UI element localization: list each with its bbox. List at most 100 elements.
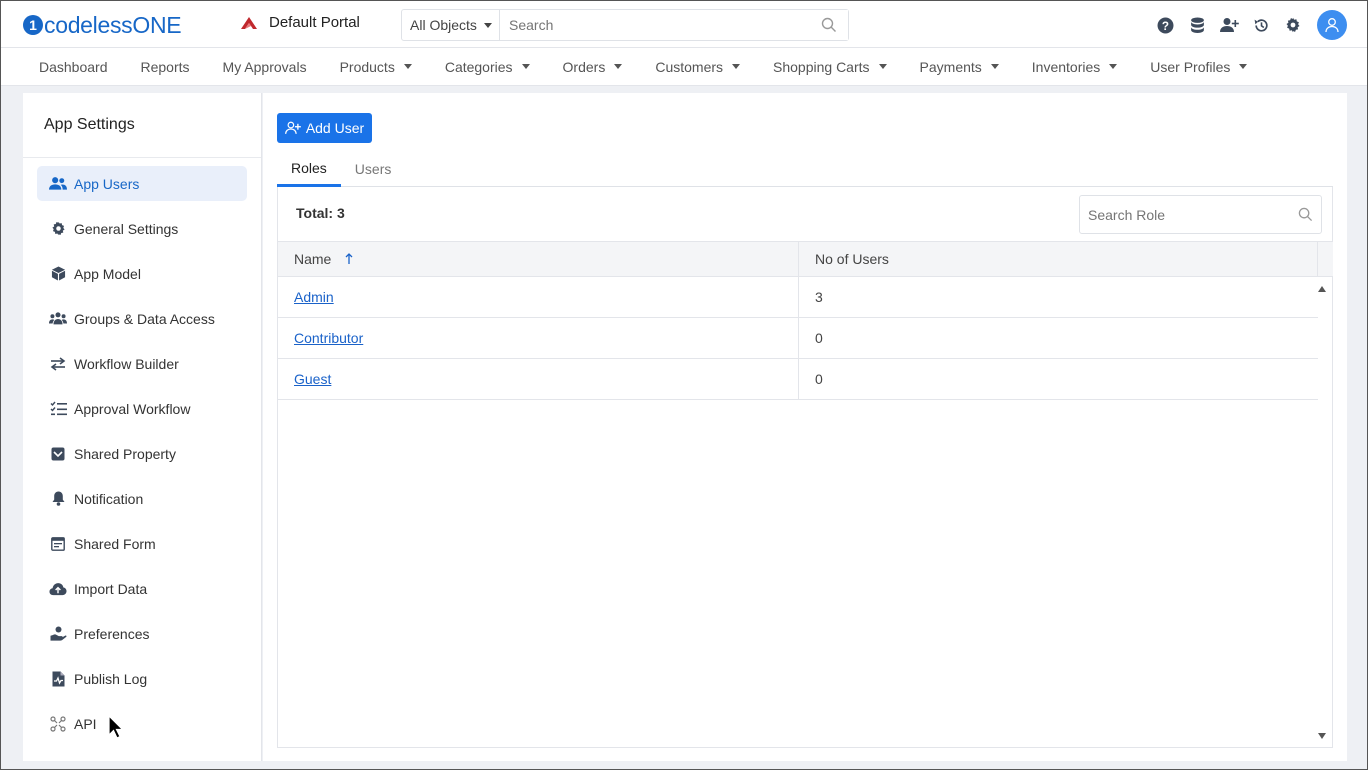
sidebar-item-label: Shared Property: [74, 445, 176, 462]
users-icon: [49, 175, 67, 193]
nav-item-orders[interactable]: Orders: [563, 59, 623, 75]
sidebar-item-label: Approval Workflow: [74, 400, 191, 417]
cell-name: Contributor: [278, 318, 799, 358]
sidebar-item-label: Workflow Builder: [74, 355, 179, 372]
role-search: [1079, 195, 1322, 234]
help-icon[interactable]: ?: [1149, 9, 1181, 41]
history-icon[interactable]: [1245, 9, 1277, 41]
sidebar-item-shared-property[interactable]: Shared Property: [37, 436, 247, 471]
cell-users: 3: [815, 289, 823, 305]
nav-item-my-approvals[interactable]: My Approvals: [223, 59, 307, 75]
sidebar-item-approval-workflow[interactable]: Approval Workflow: [37, 391, 247, 426]
add-user-label: Add User: [305, 120, 365, 136]
sidebar-item-groups-data-access[interactable]: Groups & Data Access: [37, 301, 247, 336]
sidebar-item-app-model[interactable]: App Model: [37, 256, 247, 291]
main-nav: Dashboard Reports My Approvals Products …: [1, 48, 1367, 86]
app-logo[interactable]: 1 codelessONE: [23, 11, 182, 39]
sidebar-item-workflow-builder[interactable]: Workflow Builder: [37, 346, 247, 381]
nav-label: Customers: [655, 58, 724, 75]
column-header-no-of-users[interactable]: No of Users: [799, 242, 1318, 276]
portal-switcher[interactable]: Default Portal: [239, 14, 360, 31]
inbox-icon: [49, 445, 67, 463]
nav-item-dashboard[interactable]: Dashboard: [39, 59, 108, 75]
chevron-down-icon: [521, 64, 530, 69]
group-icon: [49, 310, 67, 328]
sidebar-item-label: Shared Form: [74, 535, 156, 552]
scroll-up-arrow[interactable]: [1318, 286, 1326, 292]
scroll-down-arrow[interactable]: [1318, 733, 1326, 739]
global-search: All Objects: [401, 9, 849, 41]
role-search-input[interactable]: [1080, 206, 1298, 223]
sidebar-item-label: Notification: [74, 490, 144, 507]
sidebar-item-label: App Users: [74, 175, 140, 192]
sidebar-item-preferences[interactable]: Preferences: [37, 616, 247, 651]
sidebar-item-import-data[interactable]: Import Data: [37, 571, 247, 606]
api-icon: [49, 715, 67, 733]
nav-item-shopping-carts[interactable]: Shopping Carts: [773, 59, 887, 75]
role-link-guest[interactable]: Guest: [294, 371, 331, 387]
sidebar-item-app-users[interactable]: App Users: [37, 166, 247, 201]
tab-roles[interactable]: Roles: [277, 151, 341, 187]
sidebar-item-general-settings[interactable]: General Settings: [37, 211, 247, 246]
search-input[interactable]: [500, 10, 848, 40]
logo-text: codelessONE: [44, 11, 182, 38]
sidebar-item-label: Preferences: [74, 625, 150, 642]
avatar-icon[interactable]: [1317, 10, 1347, 40]
search-scope-label: All Objects: [410, 17, 477, 33]
chevron-down-icon: [614, 64, 623, 69]
nav-item-inventories[interactable]: Inventories: [1031, 58, 1118, 75]
sidebar-item-label: General Settings: [74, 220, 179, 237]
roles-panel: Total: 3 Name No of Users Admin 3 Contri…: [277, 187, 1333, 748]
add-user-icon[interactable]: [1213, 9, 1245, 41]
table-header: Name No of Users: [278, 241, 1333, 277]
sidebar-item-label: App Model: [74, 265, 141, 282]
search-icon[interactable]: [1298, 207, 1313, 222]
nav-label: User Profiles: [1150, 58, 1231, 75]
file-log-icon: [49, 670, 67, 688]
cell-users: 0: [815, 330, 823, 346]
add-user-button[interactable]: Add User: [277, 113, 372, 143]
chevron-down-icon: [990, 64, 999, 69]
column-header-name[interactable]: Name: [278, 242, 799, 276]
sidebar-item-shared-form[interactable]: Shared Form: [37, 526, 247, 561]
app-settings-sidebar: App Settings App Users General Settings …: [23, 93, 262, 761]
column-label: Name: [294, 251, 332, 267]
column-label: No of Users: [815, 251, 889, 267]
svg-text:?: ?: [1161, 19, 1168, 32]
nav-item-customers[interactable]: Customers: [655, 58, 741, 75]
database-icon[interactable]: [1181, 9, 1213, 41]
chevron-down-icon: [403, 64, 412, 69]
nav-label: Shopping Carts: [773, 58, 870, 75]
nav-item-products[interactable]: Products: [340, 59, 412, 75]
cell-name: Guest: [278, 359, 799, 399]
sidebar-item-label: Groups & Data Access: [74, 310, 215, 327]
sidebar-item-publish-log[interactable]: Publish Log: [37, 661, 247, 696]
sidebar-item-label: API: [74, 715, 97, 732]
add-user-icon: [284, 121, 301, 134]
nav-label: Payments: [919, 58, 982, 75]
mouse-cursor-icon: [108, 715, 124, 739]
table-row: Contributor 0: [278, 318, 1318, 359]
settings-icon[interactable]: [1277, 9, 1309, 41]
nav-item-reports[interactable]: Reports: [141, 59, 190, 75]
form-icon: [49, 535, 67, 553]
nav-label: Inventories: [1031, 58, 1101, 75]
nav-item-payments[interactable]: Payments: [920, 59, 999, 75]
chevron-down-icon: [483, 22, 492, 28]
nav-item-user-profiles[interactable]: User Profiles: [1150, 58, 1248, 75]
tab-users[interactable]: Users: [341, 151, 406, 187]
search-icon[interactable]: [821, 17, 837, 33]
chevron-down-icon: [878, 64, 887, 69]
role-link-contributor[interactable]: Contributor: [294, 330, 363, 346]
chevron-down-icon: [1239, 64, 1248, 69]
nav-item-categories[interactable]: Categories: [445, 59, 530, 75]
search-scope-select[interactable]: All Objects: [402, 10, 500, 40]
sidebar-item-api[interactable]: API: [37, 706, 247, 741]
portal-icon: [241, 16, 257, 29]
nav-label: Orders: [562, 58, 606, 75]
chevron-down-icon: [1109, 64, 1118, 69]
nav-label: Reports: [140, 58, 190, 75]
role-link-admin[interactable]: Admin: [294, 289, 334, 305]
sidebar-item-notification[interactable]: Notification: [37, 481, 247, 516]
sort-ascending-icon[interactable]: [345, 253, 353, 265]
